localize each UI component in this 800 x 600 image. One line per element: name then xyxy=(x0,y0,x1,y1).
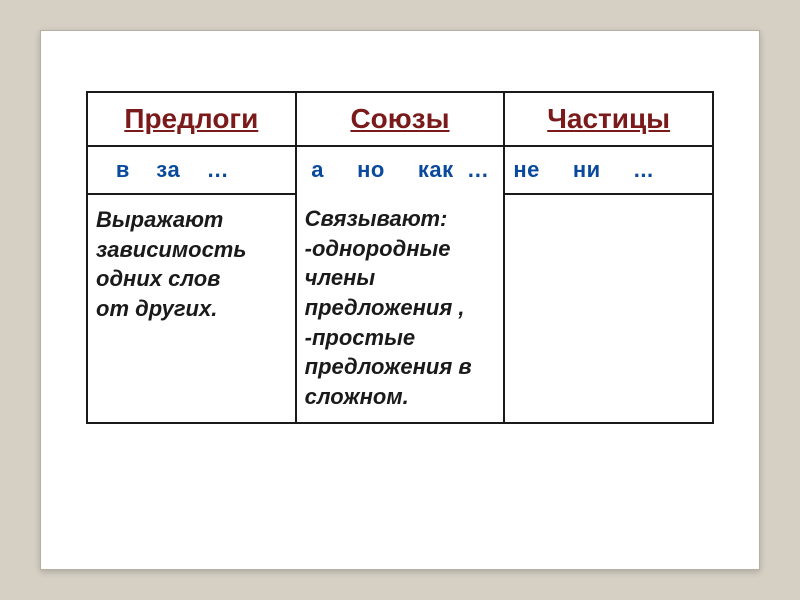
description-particles xyxy=(504,194,713,423)
examples-particles: не ни ... xyxy=(504,146,713,194)
table-header-row: Предлоги Союзы Частицы xyxy=(87,92,713,146)
examples-conjunctions: а но как … xyxy=(296,146,505,194)
table-examples-row: в за … а но как … не ни ... xyxy=(87,146,713,194)
parts-of-speech-table: Предлоги Союзы Частицы в за … а но как …… xyxy=(86,91,714,424)
slide: Предлоги Союзы Частицы в за … а но как …… xyxy=(40,30,760,570)
header-conjunctions: Союзы xyxy=(296,92,505,146)
header-prepositions: Предлоги xyxy=(87,92,296,146)
examples-prepositions: в за … xyxy=(87,146,296,194)
table-description-row: Выражают зависимость одних слов от други… xyxy=(87,194,713,423)
description-conjunctions: Связывают:-однородные члены предложения … xyxy=(296,194,505,423)
description-prepositions: Выражают зависимость одних слов от други… xyxy=(87,194,296,423)
header-particles: Частицы xyxy=(504,92,713,146)
